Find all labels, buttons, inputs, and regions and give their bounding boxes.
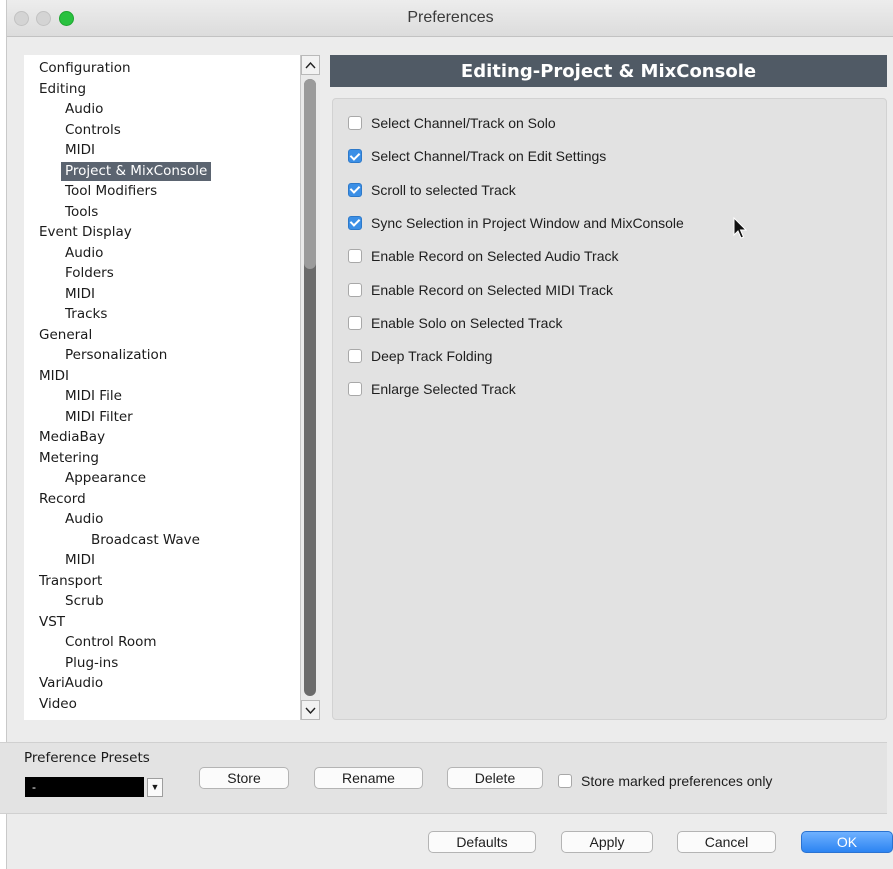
tree-item[interactable]: MIDI Filter: [61, 408, 137, 427]
tree-item[interactable]: Control Room: [61, 633, 161, 652]
tree-item[interactable]: Appearance: [61, 469, 150, 488]
store-button[interactable]: Store: [199, 767, 289, 789]
tree-item[interactable]: Editing: [35, 80, 90, 99]
tree-item[interactable]: MIDI File: [61, 387, 126, 406]
tree-item[interactable]: Plug-ins: [61, 654, 122, 673]
option-checkbox[interactable]: [348, 382, 362, 397]
option-row[interactable]: Enable Solo on Selected Track: [348, 313, 562, 333]
tree-item[interactable]: Tool Modifiers: [61, 182, 161, 201]
tree-item[interactable]: MIDI: [61, 285, 99, 304]
title-bar[interactable]: Preferences: [7, 0, 893, 37]
tree-item[interactable]: Project & MixConsole: [61, 161, 212, 181]
option-label: Enable Solo on Selected Track: [371, 314, 563, 331]
preference-presets-label: Preference Presets: [24, 750, 150, 766]
option-row[interactable]: Select Channel/Track on Edit Settings: [348, 146, 606, 166]
tree-item[interactable]: VST: [35, 613, 69, 632]
tree-item[interactable]: Folders: [61, 264, 118, 283]
tree-item[interactable]: Personalization: [61, 346, 171, 365]
scroll-up-button[interactable]: [301, 55, 320, 75]
tree-item[interactable]: Configuration: [35, 59, 135, 78]
tree-item[interactable]: Scrub: [61, 592, 108, 611]
option-label: Enable Record on Selected MIDI Track: [371, 281, 614, 298]
tree-item[interactable]: Event Display: [35, 223, 136, 242]
option-row[interactable]: Select Channel/Track on Solo: [348, 113, 556, 133]
window-title: Preferences: [407, 9, 494, 26]
preset-dropdown-button[interactable]: ▼: [147, 778, 163, 797]
triangle-down-icon: ▼: [150, 782, 160, 792]
option-checkbox[interactable]: [348, 182, 362, 197]
option-checkbox[interactable]: [348, 116, 362, 130]
option-checkbox[interactable]: [348, 349, 362, 364]
tree-item[interactable]: Audio: [61, 244, 107, 263]
tree-item[interactable]: Transport: [35, 572, 106, 591]
tree-item[interactable]: Record: [35, 490, 90, 509]
chevron-up-icon: [305, 61, 316, 68]
option-checkbox[interactable]: [348, 149, 362, 164]
option-label: Select Channel/Track on Solo: [371, 115, 556, 131]
tree-scrollbar[interactable]: [300, 55, 320, 720]
store-marked-checkbox[interactable]: [558, 774, 572, 788]
store-marked-option[interactable]: Store marked preferences only: [558, 771, 772, 791]
option-row[interactable]: Enable Record on Selected Audio Track: [348, 246, 619, 266]
delete-button[interactable]: Delete: [447, 767, 543, 789]
option-row[interactable]: Scroll to selected Track: [348, 180, 516, 200]
tree-item[interactable]: VariAudio: [35, 674, 107, 693]
option-checkbox[interactable]: [348, 315, 362, 330]
option-row[interactable]: Enable Record on Selected MIDI Track: [348, 280, 613, 300]
tree-item[interactable]: Audio: [61, 510, 107, 529]
tree-item[interactable]: MIDI: [35, 367, 73, 386]
tree-item[interactable]: General: [35, 326, 96, 345]
tree-item[interactable]: Video: [35, 695, 81, 714]
option-row[interactable]: Sync Selection in Project Window and Mix…: [348, 213, 684, 233]
tree-item[interactable]: MIDI: [61, 141, 99, 160]
tree-item[interactable]: Broadcast Wave: [87, 531, 204, 550]
tree-item[interactable]: Tools: [61, 203, 102, 222]
tree-item[interactable]: Metering: [35, 449, 103, 468]
chevron-down-icon: [305, 707, 316, 714]
category-tree[interactable]: Configuration Editing Audio Controls MIDI Pro…: [24, 55, 304, 720]
tree-item[interactable]: Controls: [61, 121, 125, 140]
option-label: Scroll to selected Track: [371, 181, 516, 198]
scroll-thumb[interactable]: [304, 79, 316, 269]
option-checkbox[interactable]: [348, 215, 362, 230]
preset-select[interactable]: -: [25, 777, 144, 797]
store-marked-label: Store marked preferences only: [581, 773, 773, 789]
rename-button[interactable]: Rename: [314, 767, 423, 789]
apply-button[interactable]: Apply: [561, 831, 653, 853]
option-label: Enable Record on Selected Audio Track: [371, 248, 619, 265]
scroll-down-button[interactable]: [301, 700, 320, 720]
option-checkbox[interactable]: [348, 249, 362, 264]
option-label: Sync Selection in Project Window and Mix…: [371, 214, 684, 231]
option-label: Enlarge Selected Track: [371, 381, 516, 398]
option-checkbox[interactable]: [348, 282, 362, 297]
option-row[interactable]: Enlarge Selected Track: [348, 379, 516, 399]
option-label: Deep Track Folding: [371, 348, 493, 365]
option-row[interactable]: Deep Track Folding: [348, 346, 492, 366]
panel-title: Editing-Project & MixConsole: [330, 55, 887, 87]
ok-button[interactable]: OK: [801, 831, 893, 853]
option-label: Select Channel/Track on Edit Settings: [371, 148, 607, 165]
cancel-button[interactable]: Cancel: [677, 831, 776, 853]
tree-item[interactable]: Audio: [61, 100, 107, 119]
mouse-cursor-icon: [733, 217, 748, 239]
tree-item[interactable]: MIDI: [61, 551, 99, 570]
defaults-button[interactable]: Defaults: [428, 831, 536, 853]
tree-item[interactable]: MediaBay: [35, 428, 109, 447]
tree-item[interactable]: Tracks: [61, 305, 111, 324]
